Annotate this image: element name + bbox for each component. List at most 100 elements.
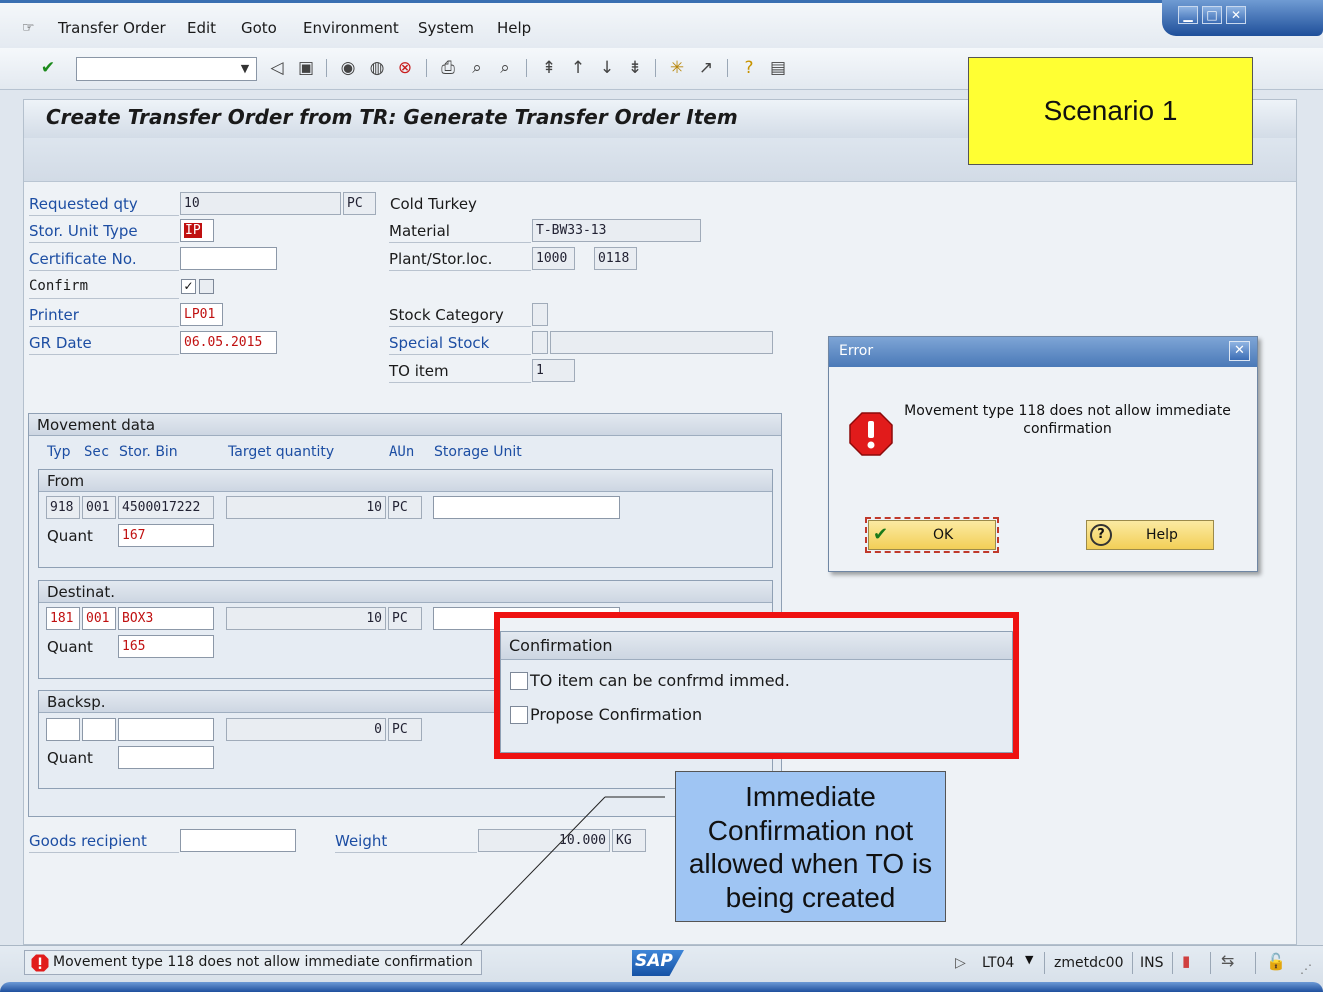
status-connection-icon: ⇆ [1221,951,1235,970]
field-underline [29,852,179,853]
command-field[interactable] [76,57,257,81]
stor-unit-type-value: IP [184,223,202,238]
status-expand-icon[interactable]: ▷ [955,955,966,971]
stock-category-field[interactable] [532,303,548,326]
dest-quant-field[interactable]: 165 [118,635,214,658]
dest-qty-field[interactable]: 10 [226,607,386,630]
dest-bin-field[interactable]: BOX3 [118,607,214,630]
menu-system[interactable]: System [418,19,474,37]
from-typ-field[interactable]: 918 [46,496,80,519]
error-dialog-title: Error [839,343,874,359]
from-quant-field[interactable]: 167 [118,524,214,547]
last-page-icon[interactable]: ⇟ [624,57,646,79]
material-field[interactable]: T-BW33-13 [532,219,701,242]
from-bin-field[interactable]: 4500017222 [118,496,214,519]
error-dialog-title-bar [829,337,1257,367]
from-sec-field[interactable]: 001 [82,496,116,519]
page-title: Create Transfer Order from TR: Generate … [46,105,738,129]
dest-unit-field[interactable]: PC [388,607,422,630]
maximize-icon[interactable]: □ [1202,6,1222,24]
exit-icon[interactable]: ◍ [366,57,388,79]
help-button[interactable]: ? Help [1086,520,1214,550]
dest-sec-field[interactable]: 001 [82,607,116,630]
movement-data-header: Movement data [29,414,781,436]
find-next-icon[interactable]: ⌕ [494,57,516,79]
status-transaction[interactable]: LT04 [982,955,1014,971]
from-unit-field[interactable]: PC [388,496,422,519]
toolbar-separator [526,59,527,77]
ok-button[interactable]: ✔ OK [865,517,999,553]
col-storage-unit: Storage Unit [434,444,522,460]
field-underline [29,298,179,299]
menu-icon[interactable]: ☞ [22,20,42,36]
menu-environment[interactable]: Environment [303,19,399,37]
back-icon[interactable]: ◉ [337,57,359,79]
field-underline [389,270,531,271]
backsp-sec-field[interactable] [82,718,116,741]
save-icon[interactable]: ▣ [295,57,317,79]
menu-help[interactable]: Help [497,19,531,37]
status-separator [1172,952,1173,974]
propose-confirmation-checkbox[interactable] [510,706,528,724]
from-storage-unit-field[interactable] [433,496,620,519]
menu-goto[interactable]: Goto [241,19,277,37]
col-aun: AUn [389,444,415,460]
plant-field[interactable]: 1000 [532,247,575,270]
printer-field[interactable]: LP01 [180,303,223,326]
confirm-checkbox[interactable]: ✓ [181,279,196,294]
menu-edit[interactable]: Edit [187,19,216,37]
close-window-icon[interactable]: ✕ [1226,6,1246,24]
help-icon[interactable]: ? [738,57,760,79]
transaction-dropdown-icon[interactable]: ▼ [1025,953,1033,966]
confirm-immediate-checkbox[interactable] [510,672,528,690]
menu-transfer-order[interactable]: Transfer Order [58,19,166,37]
from-qty-field[interactable]: 10 [226,496,386,519]
gr-date-field[interactable]: 06.05.2015 [180,331,277,354]
print-icon[interactable]: ⎙ [437,57,459,79]
dest-typ-field[interactable]: 181 [46,607,80,630]
status-error-icon [31,954,49,972]
requested-qty-unit[interactable]: PC [343,192,376,215]
status-mode[interactable]: INS [1140,955,1164,971]
find-icon[interactable]: ⌕ [466,57,488,79]
backsp-qty-field[interactable]: 0 [226,718,386,741]
resize-grip-icon[interactable]: ⋰ [1300,962,1312,976]
dest-quant-label: Quant [47,638,93,656]
backsp-unit-field[interactable]: PC [388,718,422,741]
stor-unit-type-label: Stor. Unit Type [29,222,138,240]
next-page-icon[interactable]: ↓ [596,57,618,79]
goods-recipient-label: Goods recipient [29,832,147,850]
enter-check-icon[interactable]: ✔ [37,57,59,79]
window-controls: ▁ □ ✕ [1162,0,1323,36]
toolbar-separator [727,59,728,77]
cancel-icon[interactable]: ⊗ [394,57,416,79]
layout-menu-icon[interactable]: ▤ [767,57,789,79]
first-page-icon[interactable]: ⇞ [538,57,560,79]
status-lock-icon[interactable]: 🔓 [1266,952,1286,971]
help-question-icon: ? [1090,524,1112,546]
backsp-quant-field[interactable] [118,746,214,769]
previous-page-icon[interactable]: ↑ [567,57,589,79]
backsp-typ-field[interactable] [46,718,80,741]
confirm-checkbox-2[interactable] [199,279,214,294]
certificate-no-field[interactable] [180,247,277,270]
backsp-bin-field[interactable] [118,718,214,741]
special-stock-field[interactable] [532,331,548,354]
minimize-icon[interactable]: ▁ [1178,6,1198,24]
special-stock-field-2[interactable] [550,331,773,354]
command-dropdown-icon[interactable]: ▼ [234,57,256,81]
goods-recipient-field[interactable] [180,829,296,852]
material-description: Cold Turkey [390,195,477,213]
back-arrow-icon[interactable]: ◁ [266,57,288,79]
field-underline [29,215,179,216]
error-stop-icon [849,412,893,456]
error-close-icon[interactable]: ✕ [1229,341,1250,361]
status-separator [1255,952,1256,974]
to-item-field[interactable]: 1 [532,359,575,382]
stor-unit-type-field[interactable]: IP [180,219,214,242]
shortcut-icon[interactable]: ↗ [695,57,717,79]
create-session-icon[interactable]: ✳ [666,57,688,79]
field-underline [389,326,531,327]
stor-loc-field[interactable]: 0118 [594,247,637,270]
requested-qty-field[interactable]: 10 [180,192,341,215]
